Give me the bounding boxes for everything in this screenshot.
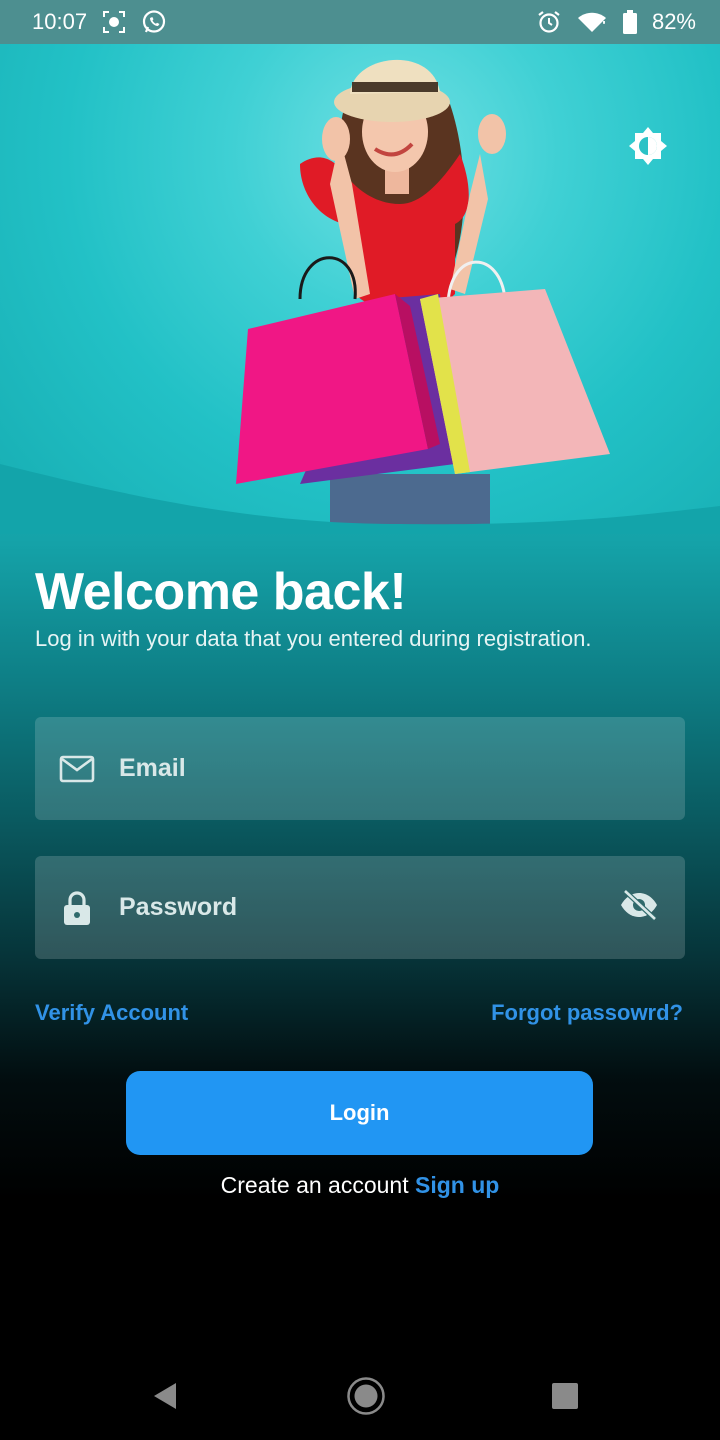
shopping-woman-illustration <box>0 59 720 534</box>
wifi-icon <box>576 10 608 34</box>
mail-icon <box>59 751 95 787</box>
system-navigation-bar <box>0 1362 720 1434</box>
email-field[interactable]: Email <box>35 717 685 820</box>
page-title: Welcome back! <box>35 563 407 621</box>
recents-icon <box>551 1382 579 1415</box>
create-account-text: Create an account <box>220 1172 409 1198</box>
login-button[interactable]: Login <box>126 1071 593 1155</box>
signup-row: Create an account Sign up <box>0 1172 720 1199</box>
recents-button[interactable] <box>543 1376 587 1420</box>
status-bar: 10:07 82% <box>0 0 720 44</box>
status-bar-right: 82% <box>536 9 696 35</box>
password-placeholder: Password <box>119 893 238 921</box>
email-placeholder: Email <box>119 754 186 782</box>
back-button[interactable] <box>143 1376 187 1420</box>
toggle-password-visibility-button[interactable] <box>617 886 661 930</box>
lock-icon <box>59 890 95 926</box>
back-icon <box>151 1381 179 1416</box>
home-button[interactable] <box>344 1376 388 1420</box>
eye-off-icon <box>619 889 659 926</box>
status-bar-left: 10:07 <box>32 9 167 35</box>
signup-link[interactable]: Sign up <box>415 1172 499 1198</box>
screen-record-icon <box>101 9 127 35</box>
forgot-password-link[interactable]: Forgot passowrd? <box>491 1000 683 1026</box>
whatsapp-icon <box>141 9 167 35</box>
page-subtitle: Log in with your data that you entered d… <box>35 626 592 651</box>
battery-level: 82% <box>651 9 696 34</box>
battery-icon <box>622 9 638 35</box>
status-time: 10:07 <box>32 9 88 34</box>
alarm-icon <box>536 9 562 35</box>
password-field[interactable]: Password <box>35 856 685 959</box>
verify-account-link[interactable]: Verify Account <box>35 1000 188 1026</box>
home-icon <box>346 1376 386 1421</box>
hero-banner <box>0 44 720 534</box>
theme-toggle-button[interactable] <box>628 126 672 170</box>
